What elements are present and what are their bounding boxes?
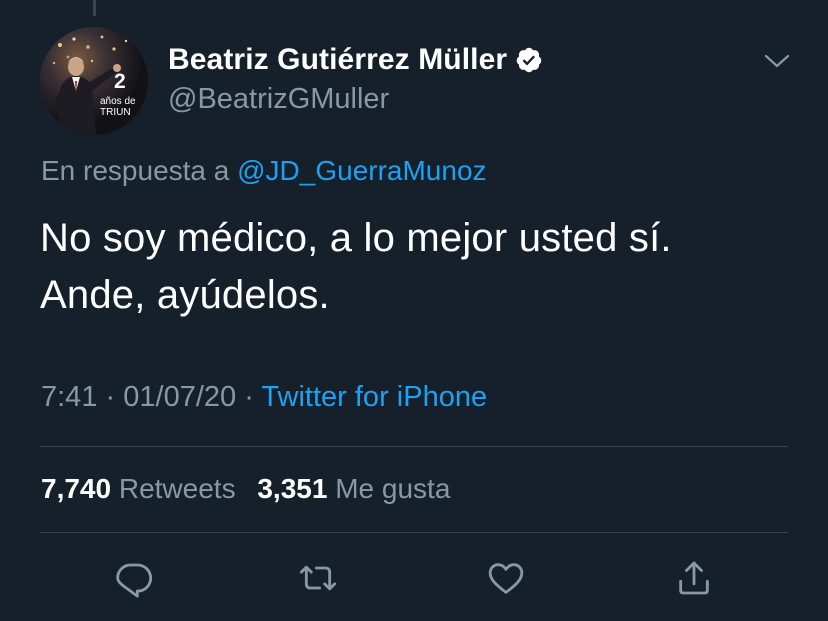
tweet-text: No soy médico, a lo mejor usted sí. Ande… <box>40 210 760 324</box>
author-handle[interactable]: @BeatrizGMuller <box>168 83 389 116</box>
reply-mention-link[interactable]: @JD_GuerraMunoz <box>237 155 486 186</box>
thread-connector-line <box>93 0 96 16</box>
tweet-text-line-2: Ande, ayúdelos. <box>40 273 330 317</box>
likes-label: Me gusta <box>335 473 451 504</box>
share-icon <box>679 561 709 595</box>
author-name-row[interactable]: Beatriz Gutiérrez Müller <box>168 42 543 78</box>
retweet-icon <box>299 565 337 591</box>
likes-stat[interactable]: 3,351 Me gusta <box>257 473 450 504</box>
tweet-detail: 2 años de TRIUN Beatriz Gutiérrez Müller … <box>0 0 828 621</box>
divider <box>40 446 788 447</box>
reply-prefix: En respuesta a <box>41 155 230 186</box>
display-name[interactable]: Beatriz Gutiérrez Müller <box>168 43 507 77</box>
like-heart-icon <box>488 563 524 594</box>
verified-badge-icon <box>515 46 543 74</box>
reply-icon <box>116 563 153 598</box>
avatar-overlay-text: años de TRIUN <box>100 96 136 118</box>
avatar-overlay-line1: años de <box>100 96 136 107</box>
reply-button[interactable] <box>114 558 154 598</box>
tweet-date: 01/07/20 <box>123 381 237 413</box>
tweet-source-link[interactable]: Twitter for iPhone <box>261 381 487 413</box>
retweet-button[interactable] <box>298 558 338 598</box>
avatar-overlay-line2: TRIUN <box>100 106 131 118</box>
share-button[interactable] <box>674 558 714 598</box>
profile-photo-image <box>40 27 148 135</box>
avatar[interactable]: 2 años de TRIUN <box>40 27 148 135</box>
likes-count: 3,351 <box>257 473 328 504</box>
like-button[interactable] <box>486 558 526 598</box>
tweet-time: 7:41 <box>41 381 98 413</box>
avatar-overlay-number: 2 <box>114 70 126 93</box>
tweet-text-line-1: No soy médico, a lo mejor usted sí. <box>40 216 672 260</box>
divider <box>40 532 788 533</box>
retweets-stat[interactable]: 7,740 Retweets <box>41 473 236 504</box>
tweet-metadata: 7:41 · 01/07/20 · Twitter for iPhone <box>41 381 487 414</box>
retweets-label: Retweets <box>118 473 236 504</box>
meta-separator: · <box>105 381 116 413</box>
meta-separator: · <box>244 381 254 413</box>
chevron-down-icon[interactable] <box>762 50 792 72</box>
engagement-stats: 7,740 Retweets 3,351 Me gusta <box>41 473 450 505</box>
retweets-count: 7,740 <box>41 473 112 504</box>
reply-context: En respuesta a @JD_GuerraMunoz <box>41 155 487 187</box>
